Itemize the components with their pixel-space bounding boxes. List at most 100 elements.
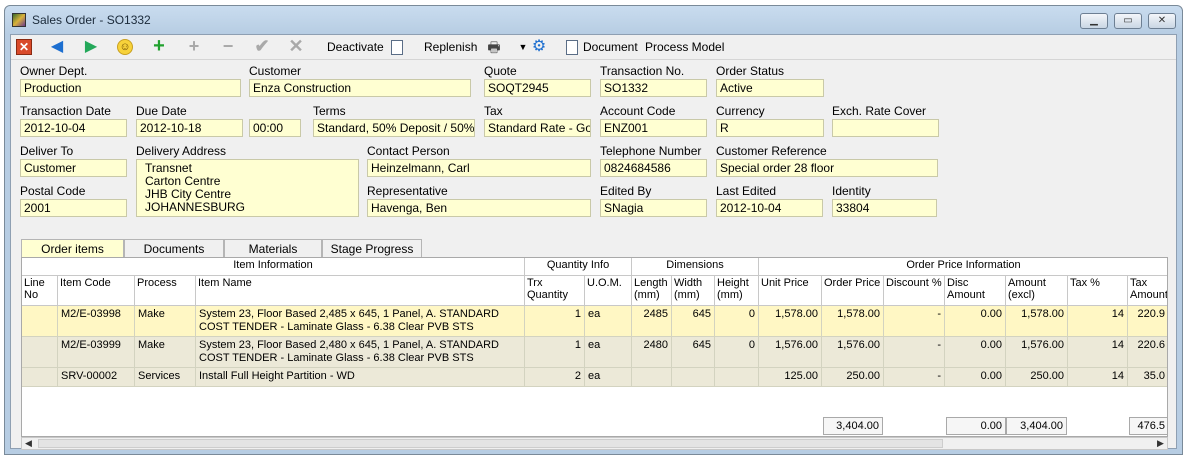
cell-trx-quantity[interactable]: 1 [525,337,585,368]
cell-width[interactable]: 645 [672,306,715,337]
tab-documents[interactable]: Documents [124,239,224,259]
cell-tax-amount[interactable]: 35.0 [1128,368,1167,387]
remove-button[interactable]: − [220,37,236,56]
transaction-no-field[interactable]: SO1332 [600,79,707,97]
maximize-button[interactable]: ▭ [1114,13,1142,29]
add-button[interactable]: + [151,36,167,56]
tab-stage-progress[interactable]: Stage Progress [322,239,422,259]
cell-width[interactable] [672,368,715,387]
document-small-button[interactable] [391,38,403,56]
cell-item-name[interactable]: Install Full Height Partition - WD [196,368,525,387]
tax-field[interactable]: Standard Rate - Good [484,119,591,137]
telephone-field[interactable]: 0824684586 [600,159,707,177]
postal-code-field[interactable]: 2001 [20,199,127,217]
cell-uom[interactable]: ea [585,337,632,368]
cell-amount-excl[interactable]: 250.00 [1006,368,1068,387]
cell-length[interactable]: 2485 [632,306,672,337]
close-window-button[interactable]: ✕ [1148,13,1176,29]
cell-unit-price[interactable]: 1,576.00 [759,337,822,368]
cell-uom[interactable]: ea [585,368,632,387]
cell-tax-pct[interactable]: 14 [1068,337,1128,368]
scroll-right-icon[interactable]: ▶ [1154,437,1167,450]
col-item-code[interactable]: Item Code [58,276,135,306]
cell-height[interactable] [715,368,759,387]
print-button[interactable]: 🖶 [486,38,502,56]
col-uom[interactable]: U.O.M. [585,276,632,306]
col-line-no[interactable]: Line No [22,276,58,306]
exch-rate-cover-field[interactable] [832,119,939,137]
cell-tax-pct[interactable]: 14 [1068,368,1128,387]
cell-height[interactable]: 0 [715,337,759,368]
owner-dept-field[interactable]: Production [20,79,241,97]
transaction-date-field[interactable]: 2012-10-04 [20,119,127,137]
cancel-button[interactable]: ✕ [288,37,304,56]
cell-uom[interactable]: ea [585,306,632,337]
cell-item-code[interactable]: SRV-00002 [58,368,135,387]
identity-field[interactable]: 33804 [832,199,937,217]
col-process[interactable]: Process [135,276,196,306]
cell-discount-pct[interactable]: - [884,337,945,368]
tab-order-items[interactable]: Order items [21,239,124,259]
edited-by-field[interactable]: SNagia [600,199,707,217]
col-amount-excl[interactable]: Amount (excl) [1006,276,1068,306]
representative-field[interactable]: Havenga, Ben [367,199,591,217]
terms-field[interactable]: Standard, 50% Deposit / 50% 30 [313,119,475,137]
cell-disc-amount[interactable]: 0.00 [945,306,1006,337]
customer-field[interactable]: Enza Construction [249,79,471,97]
col-width[interactable]: Width (mm) [672,276,715,306]
settings-button[interactable]: ⚙ [531,38,547,56]
last-edited-field[interactable]: 2012-10-04 [716,199,823,217]
col-item-name[interactable]: Item Name [196,276,525,306]
document-button[interactable]: Document [566,38,638,56]
col-unit-price[interactable]: Unit Price [759,276,822,306]
cell-tax-amount[interactable]: 220.9 [1128,306,1167,337]
process-model-button[interactable]: Process Model [645,38,724,56]
cell-line-no[interactable] [22,306,58,337]
cell-process[interactable]: Services [135,368,196,387]
col-tax-pct[interactable]: Tax % [1068,276,1128,306]
cell-length[interactable]: 2480 [632,337,672,368]
currency-field[interactable]: R [716,119,824,137]
scroll-left-icon[interactable]: ◀ [22,437,35,450]
cell-item-code[interactable]: M2/E-03998 [58,306,135,337]
col-tax-amount[interactable]: Tax Amount [1128,276,1167,306]
due-date-field[interactable]: 2012-10-18 [136,119,243,137]
accept-button[interactable]: ✔ [254,37,270,56]
horizontal-scrollbar[interactable]: ◀ ▶ [21,437,1168,450]
col-height[interactable]: Height (mm) [715,276,759,306]
cell-unit-price[interactable]: 1,578.00 [759,306,822,337]
col-trx-quantity[interactable]: Trx Quantity [525,276,585,306]
order-status-field[interactable]: Active [716,79,824,97]
back-button[interactable]: ◀ [49,38,65,56]
deactivate-button[interactable]: Deactivate [327,38,384,56]
forward-button[interactable]: ▶ [83,38,99,56]
contact-person-field[interactable]: Heinzelmann, Carl [367,159,591,177]
replenish-button[interactable]: Replenish [424,38,477,56]
deliver-to-field[interactable]: Customer [20,159,127,177]
cell-item-name[interactable]: System 23, Floor Based 2,485 x 645, 1 Pa… [196,306,525,337]
cell-length[interactable] [632,368,672,387]
tab-materials[interactable]: Materials [224,239,322,259]
delivery-address-field[interactable]: Transnet Carton Centre JHB City Centre J… [136,159,359,217]
cell-item-code[interactable]: M2/E-03999 [58,337,135,368]
add-disabled-button[interactable]: + [186,37,202,56]
col-order-price[interactable]: Order Price [822,276,884,306]
cell-order-price[interactable]: 250.00 [822,368,884,387]
quote-field[interactable]: SOQT2945 [484,79,591,97]
cell-item-name[interactable]: System 23, Floor Based 2,480 x 645, 1 Pa… [196,337,525,368]
cell-unit-price[interactable]: 125.00 [759,368,822,387]
cell-amount-excl[interactable]: 1,578.00 [1006,306,1068,337]
cell-line-no[interactable] [22,337,58,368]
cell-discount-pct[interactable]: - [884,368,945,387]
cell-trx-quantity[interactable]: 1 [525,306,585,337]
cell-discount-pct[interactable]: - [884,306,945,337]
customer-reference-field[interactable]: Special order 28 floor [716,159,938,177]
cell-line-no[interactable] [22,368,58,387]
col-discount-pct[interactable]: Discount % [884,276,945,306]
cell-process[interactable]: Make [135,306,196,337]
account-code-field[interactable]: ENZ001 [600,119,707,137]
due-time-field[interactable]: 00:00 [249,119,301,137]
cell-disc-amount[interactable]: 0.00 [945,368,1006,387]
cell-order-price[interactable]: 1,578.00 [822,306,884,337]
col-disc-amount[interactable]: Disc Amount [945,276,1006,306]
